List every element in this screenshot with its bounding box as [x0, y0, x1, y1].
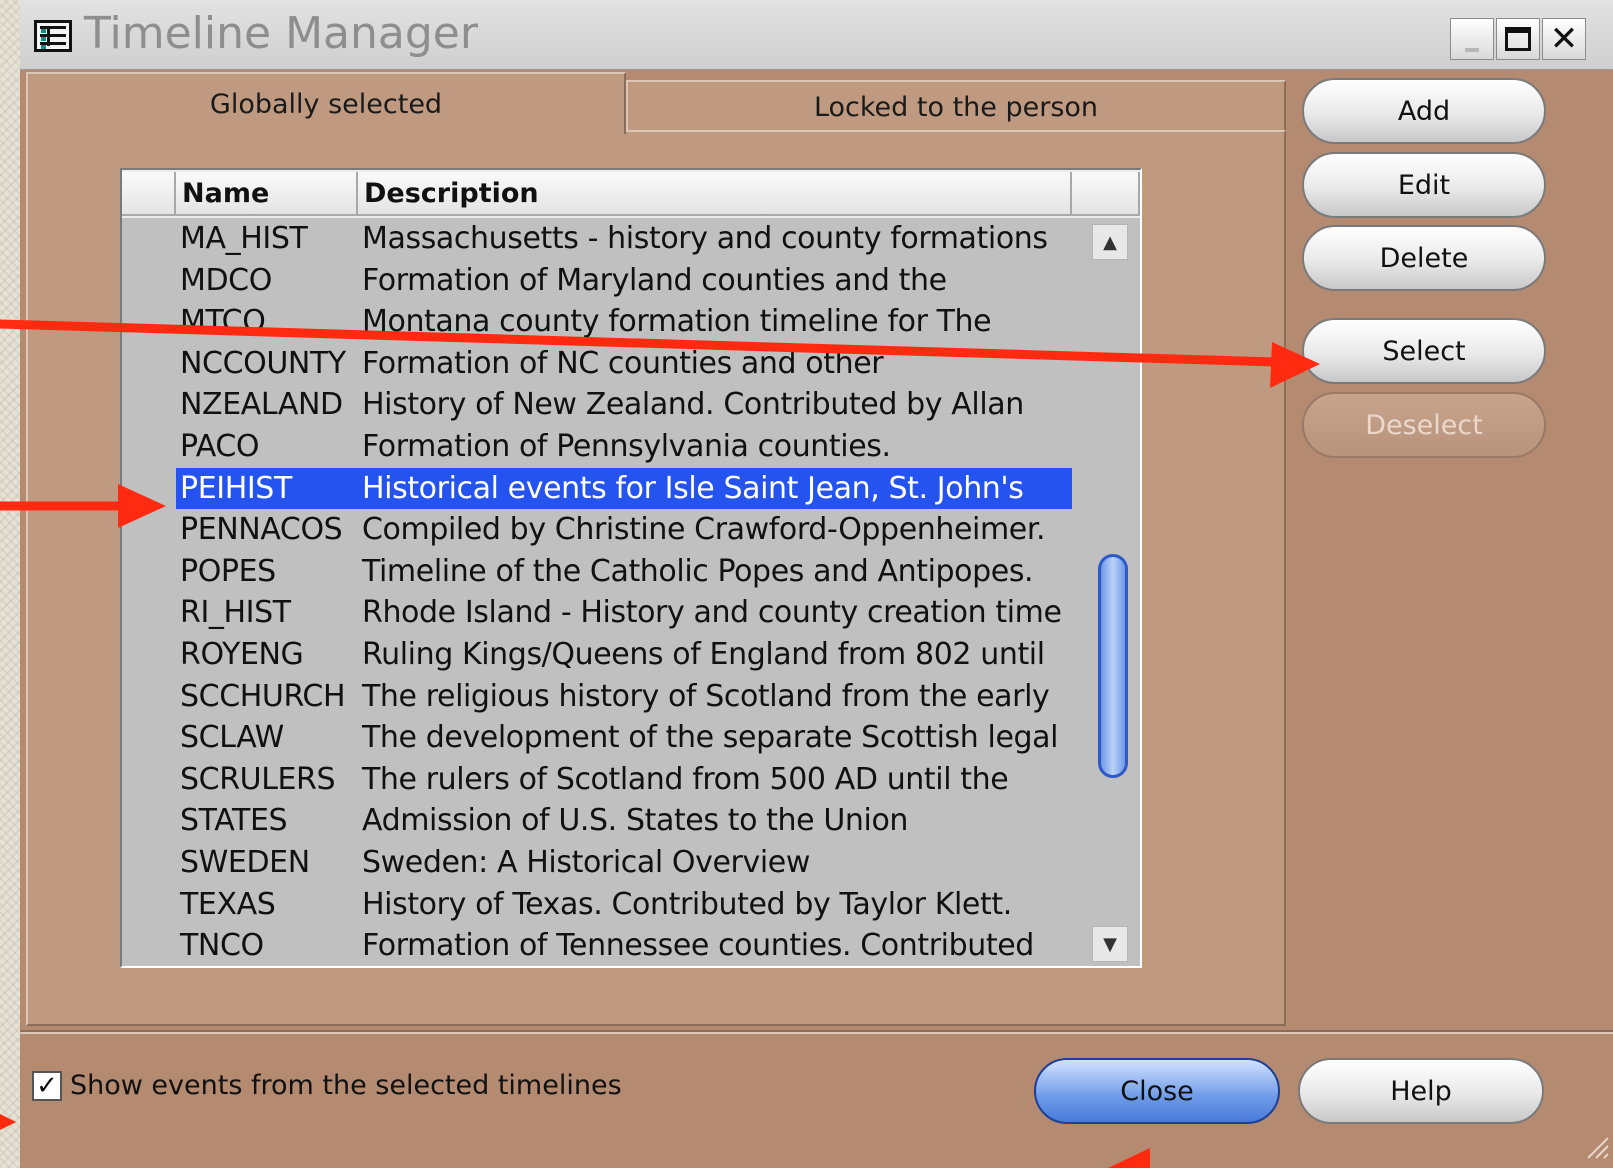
- annotation-arrowhead-checkbox: [0, 1114, 16, 1130]
- cell-name: RI_HIST: [180, 595, 291, 631]
- timeline-table-icon: [34, 20, 72, 52]
- minimize-button[interactable]: [1450, 18, 1494, 60]
- tab-globally-selected[interactable]: Globally selected: [26, 72, 626, 134]
- table-row[interactable]: POPES Timeline of the Catholic Popes and …: [122, 551, 1082, 593]
- title-bar[interactable]: Timeline Manager ✕: [20, 0, 1613, 70]
- cell-description: Formation of Tennessee counties. Contrib…: [362, 928, 1034, 964]
- help-button[interactable]: Help: [1298, 1058, 1544, 1124]
- minimize-icon: [1465, 48, 1479, 52]
- list-header: Name Description: [122, 170, 1140, 218]
- maximize-icon: [1505, 27, 1531, 51]
- close-icon: ✕: [1549, 19, 1579, 59]
- footer-divider: [20, 1030, 1613, 1034]
- table-row[interactable]: TEXAS History of Texas. Contributed by Ta…: [122, 884, 1082, 926]
- checkmark-icon: ✓: [36, 1070, 58, 1101]
- row-selector-header[interactable]: [122, 172, 176, 216]
- close-button[interactable]: Close: [1034, 1058, 1280, 1124]
- cell-description: Timeline of the Catholic Popes and Antip…: [362, 553, 1034, 589]
- cell-name: MDCO: [180, 262, 272, 298]
- scroll-down-button[interactable]: ▼: [1092, 926, 1128, 962]
- cell-description: Formation of Pennsylvania counties.: [362, 428, 891, 464]
- cell-name: SCCHURCH: [180, 678, 346, 714]
- column-header-name[interactable]: Name: [176, 172, 358, 216]
- table-row[interactable]: RI_HIST Rhode Island - History and county…: [122, 592, 1082, 634]
- scrollbar-thumb[interactable]: [1098, 554, 1128, 778]
- table-row[interactable]: TNCO Formation of Tennessee counties. Con…: [122, 925, 1082, 967]
- cell-name: SCRULERS: [180, 761, 336, 797]
- cell-description: Ruling Kings/Queens of England from 802 …: [362, 636, 1045, 672]
- table-row[interactable]: NZEALAND History of New Zealand. Contribu…: [122, 384, 1082, 426]
- cell-description: Admission of U.S. States to the Union: [362, 803, 909, 839]
- cell-name: NCCOUNTY: [180, 345, 346, 381]
- cell-name: SWEDEN: [180, 844, 310, 880]
- edit-button[interactable]: Edit: [1302, 152, 1546, 218]
- delete-button[interactable]: Delete: [1302, 225, 1546, 291]
- tab-label: Locked to the person: [813, 91, 1099, 123]
- table-row[interactable]: SCRULERS The rulers of Scotland from 500 …: [122, 759, 1082, 801]
- maximize-button[interactable]: [1496, 18, 1540, 60]
- cell-name: PACO: [180, 428, 260, 464]
- tab-locked-to-person[interactable]: Locked to the person: [626, 80, 1286, 134]
- table-row[interactable]: PENNACOS Compiled by Christine Crawford-O…: [122, 509, 1082, 551]
- table-row[interactable]: NCCOUNTY Formation of NC counties and oth…: [122, 343, 1082, 385]
- cell-name: STATES: [180, 803, 288, 839]
- tab-panel: Name Description MA_HIST Massachusetts - …: [26, 130, 1286, 1026]
- arrow-down-icon: ▼: [1103, 933, 1117, 955]
- cell-description: The rulers of Scotland from 500 AD until…: [362, 761, 1009, 797]
- table-row[interactable]: MDCO Formation of Maryland counties and t…: [122, 260, 1082, 302]
- cell-description: The religious history of Scotland from t…: [362, 678, 1050, 714]
- show-events-checkbox[interactable]: ✓: [32, 1070, 62, 1101]
- show-events-label: Show events from the selected timelines: [70, 1070, 622, 1101]
- cell-name: SCLAW: [180, 720, 284, 756]
- resize-grip-icon[interactable]: [1580, 1130, 1610, 1160]
- cell-description: Historical events for Isle Saint Jean, S…: [362, 470, 1024, 506]
- cell-description: Rhode Island - History and county creati…: [362, 595, 1062, 631]
- cell-description: Compiled by Christine Crawford-Oppenheim…: [362, 512, 1046, 548]
- add-button[interactable]: Add: [1302, 78, 1546, 144]
- cell-name: NZEALAND: [180, 387, 343, 423]
- table-row[interactable]: PACO Formation of Pennsylvania counties.: [122, 426, 1082, 468]
- cell-name: ROYENG: [180, 636, 304, 672]
- cell-description: Formation of Maryland counties and the: [362, 262, 947, 298]
- scroll-up-button[interactable]: ▲: [1092, 224, 1128, 260]
- cell-name: TNCO: [180, 928, 264, 964]
- arrow-up-icon: ▲: [1103, 231, 1117, 253]
- select-button[interactable]: Select: [1302, 318, 1546, 384]
- cell-description: Sweden: A Historical Overview: [362, 844, 810, 880]
- cell-description: Montana county formation timeline for Th…: [362, 304, 992, 340]
- timeline-list[interactable]: Name Description MA_HIST Massachusetts - …: [120, 168, 1142, 968]
- table-row[interactable]: STATES Admission of U.S. States to the Un…: [122, 800, 1082, 842]
- column-header-description[interactable]: Description: [358, 172, 1072, 216]
- cell-name: POPES: [180, 553, 276, 589]
- cell-name: TEXAS: [180, 886, 276, 922]
- show-events-option[interactable]: ✓ Show events from the selected timeline…: [32, 1070, 622, 1101]
- table-row[interactable]: ROYENG Ruling Kings/Queens of England fro…: [122, 634, 1082, 676]
- deselect-button: Deselect: [1302, 392, 1546, 458]
- list-rows: MA_HIST Massachusetts - history and count…: [122, 218, 1082, 967]
- timeline-manager-window: Timeline Manager ✕ Locked to the person …: [20, 0, 1613, 1168]
- cell-name: MA_HIST: [180, 221, 308, 256]
- cell-description: History of Texas. Contributed by Taylor …: [362, 886, 1012, 922]
- tab-label: Globally selected: [209, 88, 443, 120]
- cell-description: Massachusetts - history and county forma…: [362, 221, 1048, 256]
- table-row[interactable]: SWEDEN Sweden: A Historical Overview: [122, 842, 1082, 884]
- column-header-spacer: [1072, 172, 1140, 216]
- cell-name: PENNACOS: [180, 512, 343, 548]
- table-row[interactable]: PEIHIST Historical events for Isle Saint …: [122, 467, 1082, 510]
- table-row[interactable]: MTCO Montana county formation timeline fo…: [122, 301, 1082, 343]
- window-title: Timeline Manager: [84, 8, 478, 59]
- cell-name: MTCO: [180, 304, 266, 340]
- table-row[interactable]: MA_HIST Massachusetts - history and count…: [122, 218, 1082, 260]
- cell-name: PEIHIST: [180, 470, 292, 506]
- window-close-button[interactable]: ✕: [1542, 18, 1586, 60]
- cell-description: Formation of NC counties and other: [362, 345, 884, 381]
- cell-description: History of New Zealand. Contributed by A…: [362, 387, 1024, 423]
- cell-description: The development of the separate Scottish…: [362, 720, 1059, 756]
- table-row[interactable]: SCCHURCH The religious history of Scotlan…: [122, 676, 1082, 718]
- table-row[interactable]: SCLAW The development of the separate Sco…: [122, 717, 1082, 759]
